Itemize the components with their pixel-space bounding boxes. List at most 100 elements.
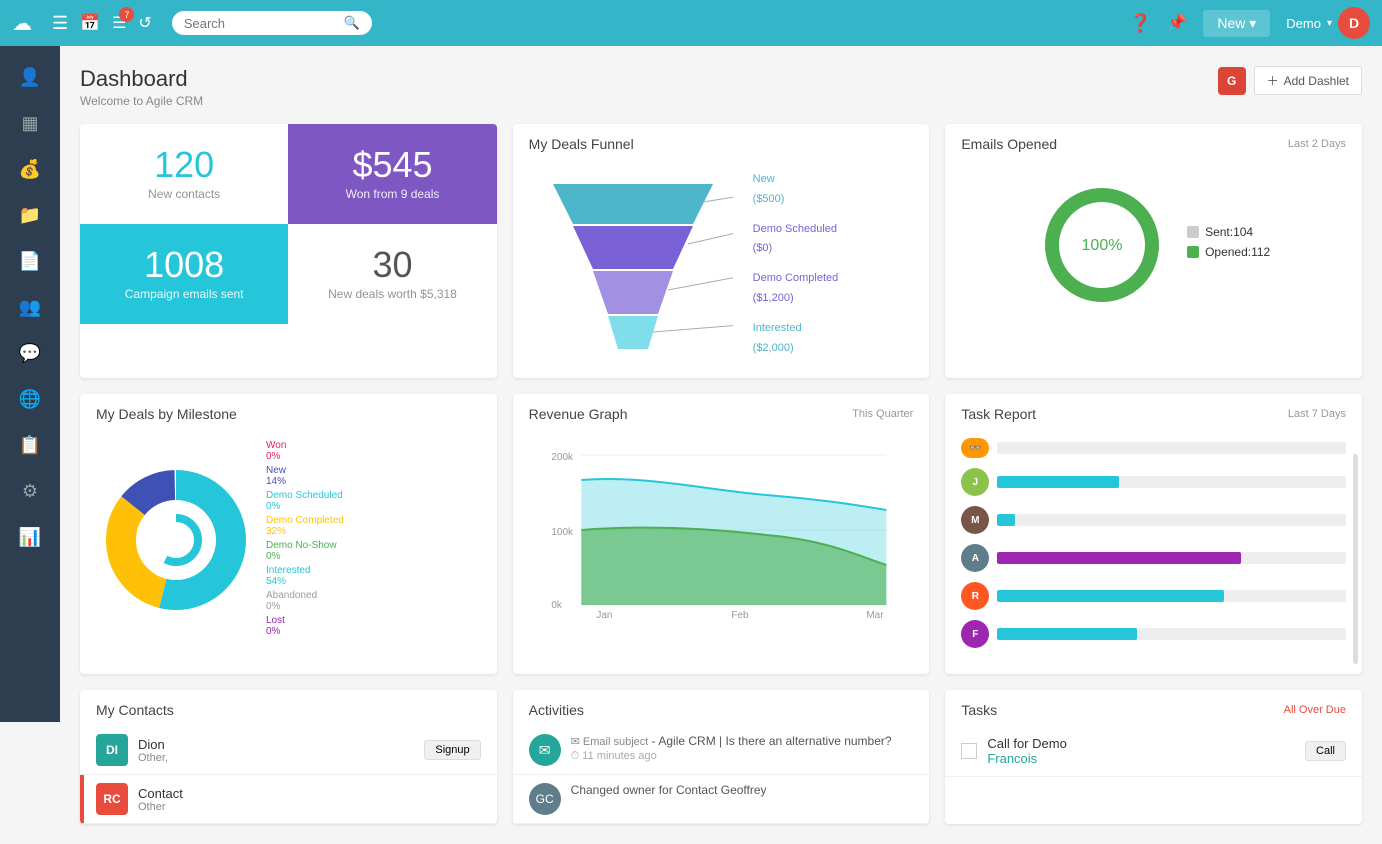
task-bar-fill-5 (997, 590, 1224, 602)
svg-text:Mar: Mar (866, 610, 884, 620)
donut-chart: 100% (1037, 180, 1167, 310)
activity-avatar-1: ✉ (529, 734, 561, 766)
activity-avatar-2: GC (529, 783, 561, 815)
sidebar-item-globe[interactable]: 🌐 (5, 378, 55, 420)
revenue-subtitle: This Quarter (852, 408, 913, 420)
top-navigation: ☁ ☰ 📅 ☰ 7 ↺ 🔍 ❓ 📌 New ▾ Demo ▾ D (0, 0, 1382, 46)
task-bar-track-6 (997, 628, 1346, 640)
funnel-container: New($500) Demo Scheduled($0) Demo Comple… (513, 160, 930, 378)
task-bar-fill-6 (997, 628, 1136, 640)
tasks-title: Tasks (961, 702, 997, 718)
activity-item-2: GC Changed owner for Contact Geoffrey (513, 775, 930, 824)
contact-avatar-2: RC (96, 783, 128, 815)
pin-icon[interactable]: 📌 (1167, 13, 1187, 33)
add-dashlet-button[interactable]: ＋ Add Dashlet (1254, 66, 1362, 95)
demo-no-show-legend: Demo No-Show0% (266, 540, 344, 562)
calendar-icon[interactable]: 📅 (80, 13, 100, 33)
contact-action-1[interactable]: Signup (424, 740, 480, 760)
activity-content-2: Changed owner for Contact Geoffrey (571, 783, 914, 815)
activity-content-1: ✉ Email subject - Agile CRM | Is there a… (571, 734, 914, 766)
task-avatar-3: A (961, 544, 989, 572)
page-subtitle: Welcome to Agile CRM (80, 94, 203, 108)
milestone-header: My Deals by Milestone (80, 394, 497, 430)
emails-title: Emails Opened (961, 136, 1057, 152)
new-button[interactable]: New ▾ (1203, 10, 1270, 37)
svg-text:100k: 100k (551, 527, 574, 538)
milestone-card: My Deals by Milestone Won0% (80, 394, 497, 674)
stats-card: 120 New contacts $545 Won from 9 deals 1… (80, 124, 497, 378)
notifications-icon[interactable]: ☰ 7 (112, 13, 126, 33)
sidebar-item-forms[interactable]: 📋 (5, 424, 55, 466)
contacts-header: My Contacts (80, 690, 497, 726)
campaign-emails-label: Campaign emails sent (125, 287, 244, 301)
activity-text-2: Changed owner for Contact Geoffrey (571, 783, 914, 797)
task-avatar-5: F (961, 620, 989, 648)
tasks-card: Tasks All Over Due Call for Demo Francoi… (945, 690, 1362, 824)
activities-header: Activities (513, 690, 930, 726)
emails-card-header: Emails Opened Last 2 Days (945, 124, 1362, 160)
task-link-1[interactable]: Francois (987, 751, 1037, 766)
sidebar-item-notes[interactable]: 📄 (5, 240, 55, 282)
task-checkbox-1[interactable] (961, 743, 977, 759)
tasks-subtitle: All Over Due (1284, 704, 1346, 716)
sidebar-item-messages[interactable]: 💬 (5, 332, 55, 374)
emails-subtitle: Last 2 Days (1288, 138, 1346, 150)
pie-container: Won0% New14% Demo Scheduled0% Demo Compl… (80, 430, 497, 656)
task-indicator: 👓 (961, 438, 989, 458)
revenue-chart: 200k 100k 0k Jan Feb Mar (529, 440, 914, 620)
contact-info-2: Contact Other (138, 786, 481, 813)
emails-card: Emails Opened Last 2 Days 100% Sent:104 (945, 124, 1362, 378)
sidebar-item-analytics[interactable]: 📊 (5, 516, 55, 558)
new-contacts-number: 120 (154, 147, 214, 183)
sidebar-item-deals[interactable]: 💰 (5, 148, 55, 190)
task-bar-fill-3 (997, 514, 1014, 526)
task-bar-fill-4 (997, 552, 1241, 564)
user-menu[interactable]: Demo ▾ D (1286, 7, 1370, 39)
task-report-header: Task Report Last 7 Days (945, 394, 1362, 430)
search-bar: 🔍 (172, 11, 372, 35)
funnel-card-header: My Deals Funnel (513, 124, 930, 160)
help-icon[interactable]: ❓ (1129, 13, 1151, 34)
contact-name-2: Contact (138, 786, 481, 801)
activity-time-1: ⏱ 11 minutes ago (571, 750, 914, 763)
contact-item-2: RC Contact Other (80, 775, 497, 824)
activities-title: Activities (529, 702, 584, 718)
google-icon[interactable]: G (1218, 67, 1246, 95)
avatar[interactable]: D (1338, 7, 1370, 39)
opened-dot (1187, 246, 1199, 258)
task-item-1: Call for Demo Francois Call (945, 726, 1362, 777)
task-bar-track-2 (997, 476, 1346, 488)
won-legend: Won0% (266, 440, 344, 462)
svg-text:100%: 100% (1082, 237, 1123, 254)
tasks-header: Tasks All Over Due (945, 690, 1362, 726)
plus-icon: ＋ (1267, 72, 1279, 89)
task-bar-track-4 (997, 552, 1346, 564)
contacts-title: My Contacts (96, 702, 174, 718)
history-icon[interactable]: ↺ (138, 13, 151, 33)
menu-icon[interactable]: ☰ (52, 13, 68, 34)
scrollbar[interactable] (1353, 454, 1358, 664)
activity-item-1: ✉ ✉ Email subject - Agile CRM | Is there… (513, 726, 930, 775)
page-title-section: Dashboard Welcome to Agile CRM (80, 66, 203, 108)
sidebar-item-team[interactable]: 👥 (5, 286, 55, 328)
new-deals-stat: 30 New deals worth $5,318 (288, 224, 496, 324)
task-call-button[interactable]: Call (1305, 741, 1346, 761)
interested-legend: Interested54% (266, 565, 344, 587)
sidebar-item-settings[interactable]: ⚙ (5, 470, 55, 512)
campaign-emails-stat: 1008 Campaign emails sent (80, 224, 288, 324)
notification-badge: 7 (119, 7, 134, 22)
funnel-card: My Deals Funnel New($500) Dem (513, 124, 930, 378)
abandoned-legend: Abandoned0% (266, 590, 344, 612)
opened-label: Opened:112 (1205, 245, 1270, 259)
sidebar-item-files[interactable]: 📁 (5, 194, 55, 236)
sent-legend: Sent:104 (1187, 225, 1270, 239)
header-actions: G ＋ Add Dashlet (1218, 66, 1362, 95)
sidebar: 👤 ▦ 💰 📁 📄 👥 💬 🌐 📋 ⚙ 📊 (0, 46, 60, 722)
donut-container: 100% Sent:104 Opened:112 (945, 160, 1362, 330)
page-title: Dashboard (80, 66, 203, 92)
sidebar-item-dashboard[interactable]: ▦ (5, 102, 55, 144)
sidebar-item-contacts[interactable]: 👤 (5, 56, 55, 98)
search-input[interactable] (184, 16, 338, 31)
revenue-chart-container: 200k 100k 0k Jan Feb Mar (513, 430, 930, 639)
campaign-emails-number: 1008 (144, 247, 224, 283)
